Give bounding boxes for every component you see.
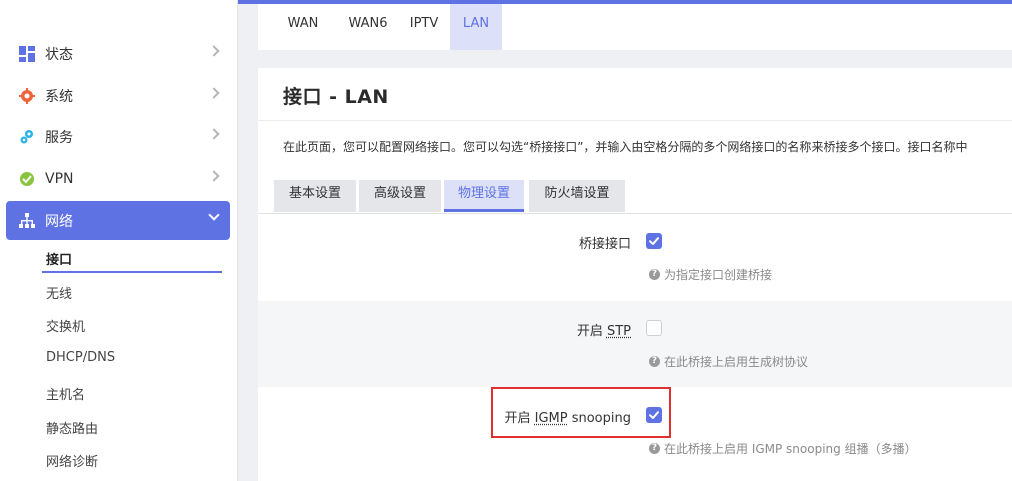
tab-advanced-settings[interactable]: 高级设置 xyxy=(359,180,441,212)
divider xyxy=(258,120,1012,121)
active-indicator xyxy=(42,271,222,273)
sidebar-subitem-switch[interactable]: 交换机 xyxy=(46,316,85,335)
field-row-stp: 开启 STP ? 在此桥接上启用生成树协议 xyxy=(258,301,1012,387)
sidebar-item-network[interactable]: 网络 xyxy=(6,201,230,240)
bridge-label: 桥接接口 xyxy=(578,237,631,252)
gear-icon xyxy=(18,87,36,105)
sidebar-subitem-interfaces[interactable]: 接口 xyxy=(46,249,72,268)
stp-checkbox[interactable] xyxy=(646,320,662,336)
sidebar-subitem-dhcp-dns[interactable]: DHCP/DNS xyxy=(46,350,115,365)
tab-basic-settings[interactable]: 基本设置 xyxy=(274,180,356,212)
tab-iptv[interactable]: IPTV xyxy=(402,4,446,50)
stp-hint: ? 在此桥接上启用生成树协议 xyxy=(649,353,808,370)
page-description: 在此页面，您可以配置网络接口。您可以勾选“桥接接口”，并输入由空格分隔的多个网络… xyxy=(283,140,968,154)
field-row-bridge: 桥接接口 ? 为指定接口创建桥接 xyxy=(258,215,1012,301)
services-icon xyxy=(18,128,36,146)
chevron-right-icon xyxy=(208,45,220,57)
dashboard-icon xyxy=(18,45,36,63)
tab-lan[interactable]: LAN xyxy=(450,4,502,50)
bridge-hint: ? 为指定接口创建桥接 xyxy=(649,266,772,283)
sidebar-subitem-hostnames[interactable]: 主机名 xyxy=(46,384,85,403)
vpn-icon xyxy=(18,170,36,188)
sidebar-item-vpn[interactable]: VPN xyxy=(6,159,230,198)
page-title: 接口 - LAN xyxy=(283,86,389,108)
network-icon xyxy=(18,212,36,230)
sidebar-item-label: VPN xyxy=(45,170,74,187)
tab-wan[interactable]: WAN xyxy=(276,4,330,50)
sidebar-item-label: 网络 xyxy=(45,213,73,230)
check-icon xyxy=(649,237,659,245)
highlight-box xyxy=(491,387,671,438)
sidebar-subitem-diagnostics[interactable]: 网络诊断 xyxy=(46,451,98,470)
igmp-hint: ? 在此桥接上启用 IGMP snooping 组播（多播） xyxy=(649,440,917,457)
chevron-right-icon xyxy=(208,87,220,99)
sidebar-item-label: 系统 xyxy=(45,88,73,105)
stp-label: 开启 STP xyxy=(576,324,631,339)
sidebar-item-label: 服务 xyxy=(45,129,73,146)
chevron-down-icon xyxy=(208,209,220,221)
sidebar-subitem-static-routes[interactable]: 静态路由 xyxy=(46,418,98,437)
sidebar-item-services[interactable]: 服务 xyxy=(6,117,230,156)
sidebar-item-status[interactable]: 状态 xyxy=(6,34,230,73)
tab-firewall-settings[interactable]: 防火墙设置 xyxy=(529,180,625,212)
settings-tabs: 基本设置 高级设置 物理设置 防火墙设置 xyxy=(258,180,1012,214)
chevron-right-icon xyxy=(208,170,220,182)
tab-wan6[interactable]: WAN6 xyxy=(338,4,398,50)
help-icon: ? xyxy=(649,356,660,367)
interface-tabs: WAN WAN6 IPTV LAN xyxy=(258,4,1012,50)
sidebar: 状态 系统 服务 VPN 网络 接口 无线 交换机 DHCP/DNS 主机名 静… xyxy=(0,0,238,481)
sidebar-subitem-wireless[interactable]: 无线 xyxy=(46,283,72,302)
help-icon: ? xyxy=(649,269,660,280)
chevron-right-icon xyxy=(208,128,220,140)
tab-physical-settings[interactable]: 物理设置 xyxy=(444,180,524,212)
sidebar-item-label: 状态 xyxy=(45,46,73,63)
help-icon: ? xyxy=(649,443,660,454)
sidebar-item-system[interactable]: 系统 xyxy=(6,76,230,115)
bridge-checkbox[interactable] xyxy=(646,233,662,249)
